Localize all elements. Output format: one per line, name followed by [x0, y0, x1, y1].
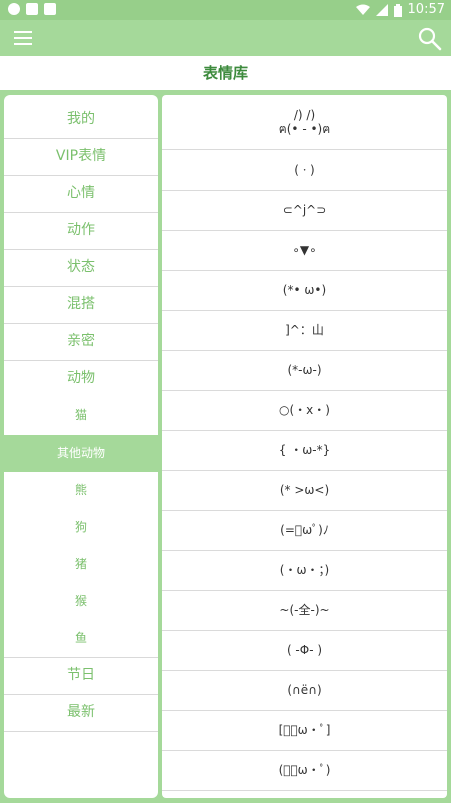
- emoticon-item[interactable]: ⊂^j^⊃: [162, 190, 447, 230]
- emoticon-item[interactable]: (*• ω•): [162, 270, 447, 310]
- sidebar-item-mix[interactable]: 混搭: [4, 286, 158, 323]
- emoticon-item[interactable]: ○(・x・): [162, 390, 447, 430]
- emoticon-item[interactable]: (∩ë∩): [162, 670, 447, 710]
- emoticon-item[interactable]: (*-ω-): [162, 350, 447, 390]
- sidebar-item-mood[interactable]: 心情: [4, 175, 158, 212]
- emoticon-item[interactable]: (ﾟ・ω・ﾟ): [162, 750, 447, 790]
- search-icon[interactable]: [417, 26, 443, 52]
- emoticon-item[interactable]: /) /) ฅ(• - •)ฅ: [162, 95, 447, 149]
- bottom-edge: [0, 798, 451, 803]
- sidebar-subitem-bear[interactable]: 熊: [4, 472, 158, 509]
- sidebar-subitem-other-animals[interactable]: 其他动物: [4, 435, 158, 472]
- emoticon-item[interactable]: [ﾟ・ω・ﾟ]: [162, 710, 447, 750]
- emoticon-item[interactable]: ~(-全-)~: [162, 590, 447, 630]
- sidebar-item-animals[interactable]: 动物: [4, 360, 158, 397]
- emoticon-item[interactable]: { ・ω-*}: [162, 430, 447, 470]
- sidebar-item-holiday[interactable]: 节日: [4, 657, 158, 694]
- emoticon-list: /) /) ฅ(• - •)ฅ (ㆍ) ⊂^j^⊃ ∘▼∘ (*• ω•) ]^…: [162, 95, 447, 798]
- battery-icon: [393, 3, 402, 17]
- sidebar-item-vip[interactable]: VIP表情: [4, 138, 158, 175]
- clock: 10:57: [407, 2, 445, 17]
- hamburger-menu-icon[interactable]: [12, 27, 34, 49]
- divider: [4, 731, 158, 732]
- notification-dot-icon: [8, 3, 20, 15]
- sidebar-subitem-fish[interactable]: 鱼: [4, 620, 158, 657]
- image-notification-icon: [44, 3, 56, 15]
- emoticon-item[interactable]: (=ﾟωﾟ)ﾉ: [162, 510, 447, 550]
- emoticon-item[interactable]: (ㆍ): [162, 150, 447, 190]
- sidebar-subitem-monkey[interactable]: 猴: [4, 583, 158, 620]
- sidebar-subitem-cat[interactable]: 猫: [4, 397, 158, 434]
- sidebar-item-latest[interactable]: 最新: [4, 694, 158, 731]
- emoticon-item[interactable]: (・ω・；): [162, 550, 447, 590]
- category-sidebar: 我的 VIP表情 心情 动作 状态 混搭 亲密 动物 猫 其他动物 熊 狗 猪 …: [4, 95, 158, 798]
- emoticon-item[interactable]: (* >ω<): [162, 470, 447, 510]
- status-bar: 10:57: [0, 0, 451, 20]
- signal-icon: [375, 4, 388, 16]
- sidebar-item-status[interactable]: 状态: [4, 249, 158, 286]
- sidebar-item-intimate[interactable]: 亲密: [4, 323, 158, 360]
- sidebar-subitem-pig[interactable]: 猪: [4, 546, 158, 583]
- wifi-icon: [355, 4, 370, 15]
- page-title: 表情库: [202, 64, 248, 82]
- app-notification-icon: [26, 3, 38, 15]
- toolbar: [0, 20, 451, 56]
- emoticon-item[interactable]: ]^：山: [162, 310, 447, 350]
- sidebar-item-mine[interactable]: 我的: [4, 101, 158, 138]
- sidebar-subitem-dog[interactable]: 狗: [4, 509, 158, 546]
- sidebar-item-action[interactable]: 动作: [4, 212, 158, 249]
- emoticon-item[interactable]: ( -Φ- ): [162, 630, 447, 670]
- divider: [162, 790, 447, 791]
- emoticon-item[interactable]: ∘▼∘: [162, 230, 447, 270]
- title-bar: 表情库: [0, 56, 451, 90]
